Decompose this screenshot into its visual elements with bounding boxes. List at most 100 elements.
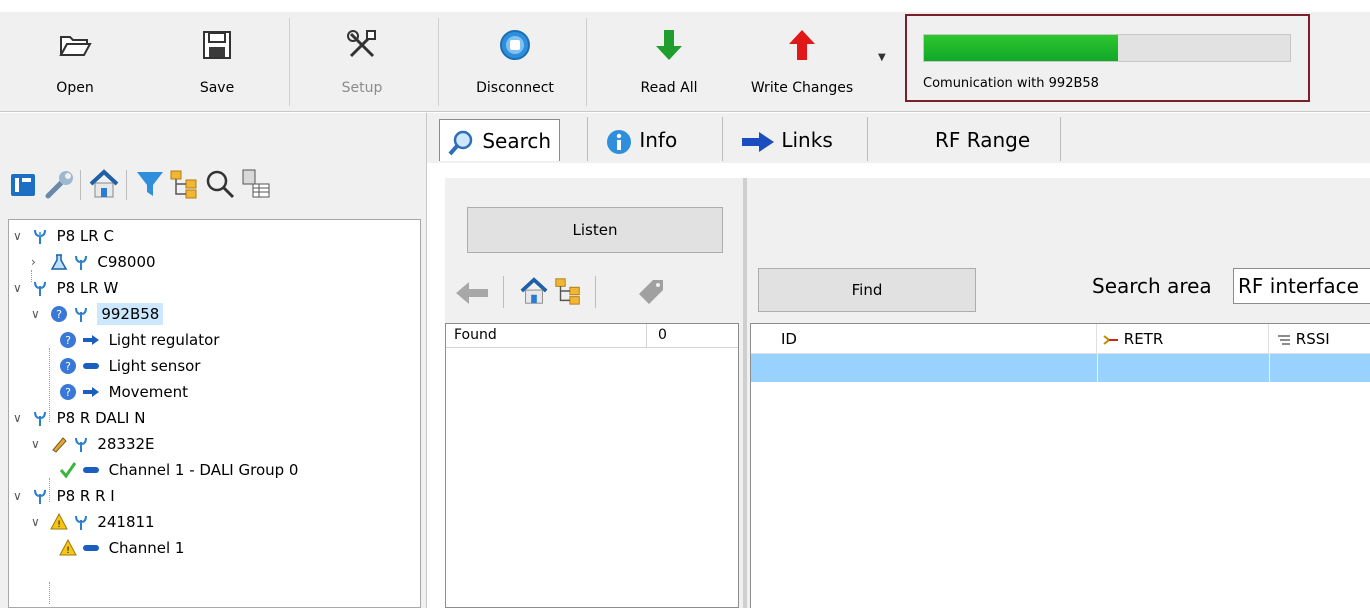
home-icon[interactable] (88, 168, 120, 200)
found-count: 0 (658, 327, 667, 343)
top-strip (0, 0, 1370, 12)
tab-links[interactable]: Links (733, 119, 841, 161)
tree-icon[interactable] (553, 276, 583, 306)
communication-text: Comunication with 992B58 (923, 76, 1099, 91)
rf-antenna-icon (33, 411, 46, 426)
expand-chevron-icon[interactable]: ∨ (13, 223, 27, 249)
info-panel-icon[interactable] (8, 168, 40, 200)
svg-text:?: ? (65, 360, 71, 373)
tree-node-label: P8 LR C (56, 226, 114, 245)
expand-chevron-icon[interactable]: ∨ (31, 301, 45, 327)
svg-text:?: ? (65, 334, 71, 347)
device-tree-panel: ∨ P8 LR C › C98000 ∨ P8 LR W ∨ ? 992B58 … (0, 113, 427, 608)
column-header-rssi[interactable]: RSSI (1269, 324, 1370, 354)
listen-button[interactable]: Listen (467, 207, 723, 253)
tab-info[interactable]: Info (597, 119, 685, 161)
stop-circle-icon (500, 30, 530, 60)
expand-chevron-icon[interactable]: ∨ (31, 431, 45, 457)
rf-antenna-icon (74, 515, 87, 530)
write-changes-label: Write Changes (750, 80, 854, 96)
device-list-icon[interactable] (240, 168, 272, 200)
device-tree[interactable]: ∨ P8 LR C › C98000 ∨ P8 LR W ∨ ? 992B58 … (8, 219, 421, 608)
back-arrow-icon[interactable] (455, 280, 489, 306)
tree-node-p8-r-dali-n[interactable]: ∨ P8 R DALI N (13, 404, 145, 430)
write-changes-button[interactable]: Write Changes (738, 22, 866, 106)
open-button[interactable]: Open (38, 22, 112, 106)
tree-node-p8-r-r-i[interactable]: ∨ P8 R R I (13, 482, 115, 508)
arrow-down-green-icon (656, 30, 682, 60)
toolbar-separator (503, 276, 504, 308)
tree-node-992b58[interactable]: ∨ ? 992B58 (31, 300, 164, 327)
tab-separator (1060, 117, 1061, 161)
tree-node-label: C98000 (97, 252, 156, 271)
tree-node-light-sensor[interactable]: ? Light sensor (59, 352, 200, 378)
communication-status-box: Comunication with 992B58 (905, 14, 1310, 102)
results-table[interactable]: ID RETR RSSI (750, 323, 1370, 608)
expand-chevron-icon[interactable]: ∨ (13, 405, 27, 431)
table-row[interactable] (751, 354, 1370, 382)
disconnect-button[interactable]: Disconnect (465, 22, 565, 106)
find-button[interactable]: Find (758, 268, 976, 312)
tab-info-label: Info (639, 128, 678, 152)
found-header: Found 0 (446, 324, 738, 348)
tab-separator (587, 117, 588, 161)
folder-open-icon (59, 36, 92, 56)
column-header-retr[interactable]: RETR (1097, 324, 1269, 354)
found-list[interactable]: Found 0 (445, 323, 739, 608)
toolbar-separator (289, 18, 290, 106)
floppy-disk-icon (203, 31, 231, 59)
wrench-icon[interactable] (44, 168, 76, 200)
tree-node-light-regulator[interactable]: ? Light regulator (59, 326, 219, 352)
read-all-button[interactable]: Read All (620, 22, 718, 106)
tree-node-label: 28332E (97, 434, 155, 453)
flask-icon (50, 253, 68, 270)
save-label: Save (199, 80, 235, 96)
search-icon (448, 130, 473, 155)
save-button[interactable]: Save (180, 22, 254, 106)
tag-icon[interactable] (635, 276, 667, 306)
tree-node-241811[interactable]: ∨ ! 241811 (31, 508, 155, 534)
tree-node-channel-1[interactable]: ! Channel 1 (59, 534, 184, 560)
rf-antenna-icon (74, 437, 87, 452)
cell-divider (1269, 354, 1270, 382)
rf-antenna-icon (33, 489, 46, 504)
search-area-label: Search area (1092, 274, 1212, 298)
tree-node-p8-lr-c[interactable]: ∨ P8 LR C (13, 222, 114, 248)
tab-search[interactable]: Search (439, 119, 561, 161)
search-area-select[interactable]: RF interface (1233, 268, 1370, 304)
tree-node-movement[interactable]: ? Movement (59, 378, 188, 404)
tree-icon[interactable] (168, 168, 200, 200)
setup-button[interactable]: Setup (325, 22, 399, 106)
tree-node-p8-lr-w[interactable]: ∨ P8 LR W (13, 274, 118, 300)
expand-chevron-icon[interactable]: ∨ (13, 275, 27, 301)
question-icon: ? (50, 305, 67, 322)
collapse-chevron-icon[interactable]: › (31, 249, 45, 275)
expand-chevron-icon[interactable]: ∨ (13, 483, 27, 509)
toolbar-separator (595, 276, 596, 308)
tree-node-28332e[interactable]: ∨ 28332E (31, 430, 155, 456)
svg-text:!: ! (57, 520, 61, 530)
tree-node-label: P8 R DALI N (56, 408, 146, 427)
tab-rf-range-label: RF Range (935, 128, 1031, 152)
tab-rf-range[interactable]: RF Range (927, 119, 1038, 161)
filter-icon[interactable] (134, 168, 166, 200)
expand-chevron-icon[interactable]: ∨ (31, 509, 45, 535)
pencil-icon (52, 436, 67, 453)
main-toolbar: Open Save Setup Disconnect Read All Writ… (0, 0, 1370, 112)
tab-separator (867, 117, 868, 161)
tree-node-label: P8 LR W (56, 278, 119, 297)
svg-text:?: ? (56, 308, 62, 321)
column-header-id[interactable]: ID (751, 324, 1097, 354)
rf-antenna-icon (74, 255, 87, 270)
tree-node-c98000[interactable]: › C98000 (31, 248, 156, 274)
toolbar-separator (80, 170, 81, 200)
tree-node-channel-1-dali[interactable]: Channel 1 - DALI Group 0 (59, 456, 298, 482)
tab-links-label: Links (781, 128, 833, 152)
magnifier-icon[interactable] (204, 168, 236, 200)
column-header-label: RETR (1123, 330, 1164, 348)
column-header-label: RSSI (1295, 330, 1330, 348)
home-icon[interactable] (519, 276, 549, 306)
tree-node-label: 992B58 (97, 302, 164, 325)
write-changes-dropdown-arrow-icon[interactable]: ▼ (878, 52, 886, 63)
tree-node-label: Movement (108, 382, 189, 401)
